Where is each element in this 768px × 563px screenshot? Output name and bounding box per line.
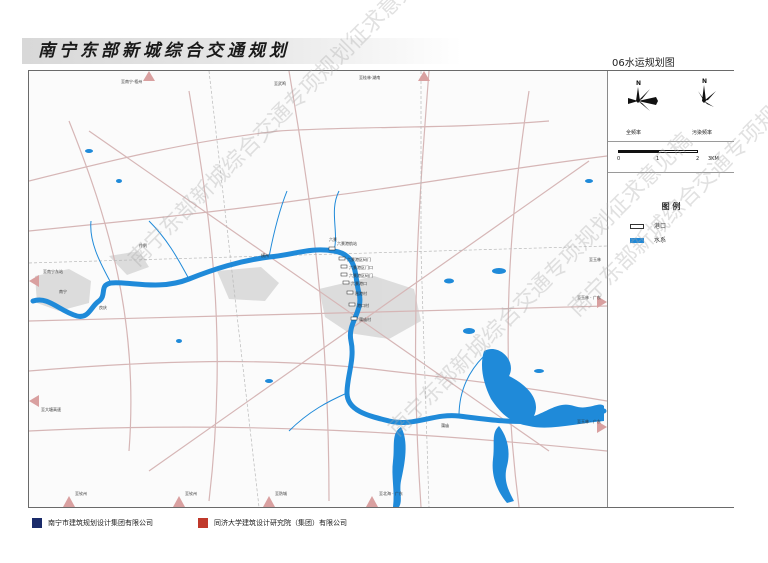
label-bottom-1: 至钦州: [75, 490, 87, 496]
label-town-5: 良庆: [99, 304, 107, 310]
scale-bar: 0 1 2 3KM: [608, 142, 734, 173]
label-left-station: 至南宁东站: [43, 268, 63, 274]
label-right-2: 至玉林 · 广东: [577, 294, 601, 300]
footer-org-right-text: 同济大学建筑设计研究院（集团）有限公司: [214, 519, 347, 527]
scale-tick-1: 1: [656, 156, 660, 162]
label-port-7: 港口村: [357, 302, 369, 308]
label-port-9: 蒲庙: [441, 422, 449, 428]
label-port-5: 六景港口: [351, 280, 367, 286]
compass-right-label: 污染频率: [692, 130, 713, 136]
scale-bar-segment: [658, 150, 698, 153]
page-title: 南宁东部新城综合交通规划: [38, 41, 290, 61]
label-bottom-2: 至钦州: [185, 490, 197, 496]
map-area[interactable]: 至南宁·梧州 至武鸣 至桂林·湖南 至南宁东站 至大塘高速 至玉林 至玉林 · …: [29, 71, 607, 507]
label-port-1: 六景港航站: [337, 240, 357, 246]
legend-item-port: 港口: [630, 221, 666, 230]
label-town-2: 伶俐: [139, 242, 147, 248]
footer-org-left-text: 南宁市建筑规划设计集团有限公司: [48, 519, 153, 527]
label-top-mid-road: 至武鸣: [274, 80, 286, 86]
footer-org-left: 南宁市建筑规划设计集团有限公司: [32, 516, 153, 530]
compass-left-label: 全频率: [626, 130, 642, 136]
label-port-3: 六景港区门口: [349, 264, 373, 270]
water-transport-map: 至南宁·梧州 至武鸣 至桂林·湖南 至南宁东站 至大塘高速 至玉林 至玉林 · …: [29, 71, 607, 507]
label-port-8: 蒲庙村: [359, 316, 371, 322]
legend-item-water: 水系: [630, 235, 666, 244]
label-port-2: 六景港区码门: [347, 256, 371, 262]
svg-text:N: N: [702, 78, 707, 85]
label-town-3: 六景: [329, 236, 337, 242]
compass-box: N N 全频率 污染频率: [608, 71, 734, 142]
label-top-left-road: 至南宁·梧州: [121, 78, 142, 84]
svg-text:N: N: [636, 80, 641, 87]
water-symbol-icon: [630, 238, 644, 243]
label-left-lower: 至大塘高速: [41, 406, 61, 412]
label-right-3: 至玉林 · 广东: [577, 418, 601, 424]
legend-item-label: 港口: [654, 223, 667, 230]
label-right-1: 至玉林: [589, 256, 601, 262]
scale-unit: 3KM: [708, 156, 719, 162]
legend-title: 图 例: [661, 202, 681, 211]
label-town-4: 南宁: [59, 288, 67, 294]
org-left-logo-icon: [32, 518, 42, 528]
side-panel: N N 全频率 污染频率 0 1 2 3KM 图 例 港口 水系: [607, 71, 734, 507]
org-right-logo-icon: [198, 518, 208, 528]
scale-tick-0: 0: [617, 156, 621, 162]
label-top-right-road: 至桂林·湖南: [359, 74, 380, 80]
label-bottom-4: 至北海 · 广东: [379, 490, 403, 496]
map-background: [29, 71, 607, 507]
label-port-6: 邕港村: [355, 290, 367, 296]
port-symbol-icon: [630, 224, 644, 229]
legend: 图 例 港口 水系: [608, 173, 734, 373]
map-subtitle: 06水运规划图: [612, 58, 675, 69]
label-town-1: 横州: [261, 252, 269, 258]
label-bottom-3: 至防城: [275, 490, 287, 496]
legend-item-label: 水系: [654, 237, 667, 244]
label-port-4: 六景港区码门: [349, 272, 373, 278]
scale-tick-2: 2: [696, 156, 700, 162]
footer-org-right: 同济大学建筑设计研究院（集团）有限公司: [198, 516, 347, 530]
